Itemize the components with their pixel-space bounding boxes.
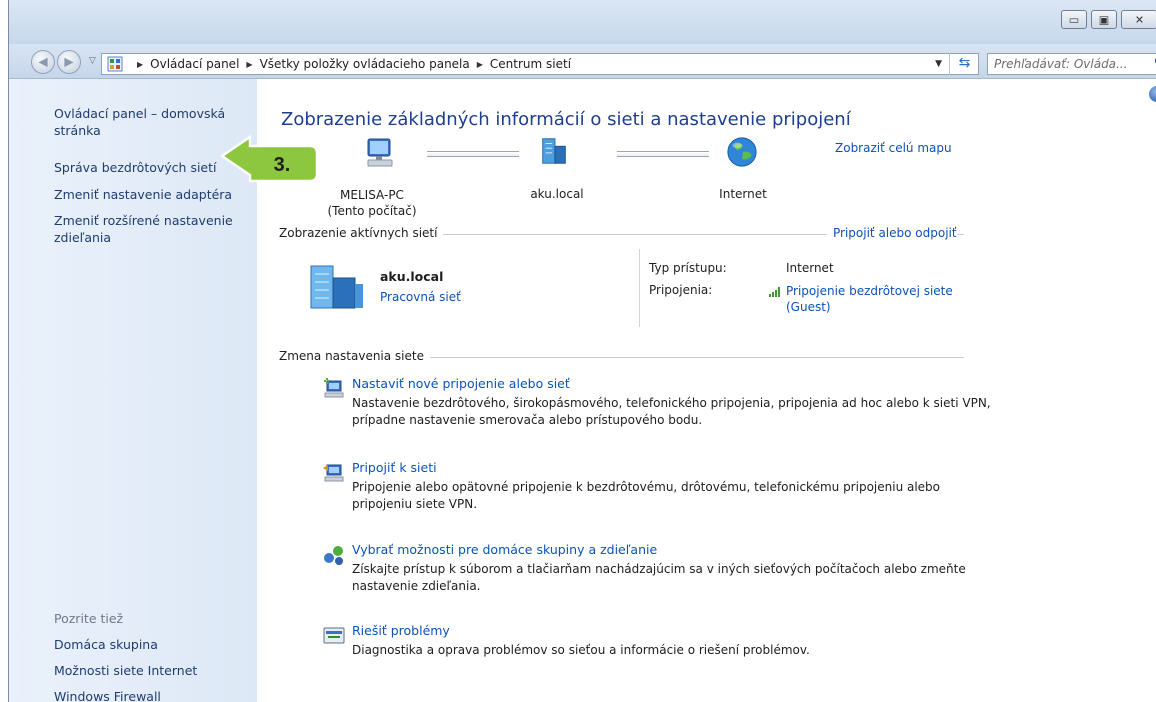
active-network-name: aku.local xyxy=(380,269,444,284)
see-also-heading: Pozrite tiež xyxy=(54,611,124,626)
connect-network-icon xyxy=(323,464,344,482)
task-title-link[interactable]: Riešiť problémy xyxy=(352,623,992,638)
callout-label: 3. xyxy=(274,154,291,176)
wireless-signal-icon xyxy=(769,287,780,297)
main-content: Zobrazenie základných informácií o sieti… xyxy=(257,79,1156,702)
connections-label: Pripojenia: xyxy=(649,283,713,297)
task-description: Diagnostika a oprava problémov so sieťou… xyxy=(352,643,810,657)
breadcrumb-item[interactable]: Všetky položky ovládacieho panela xyxy=(260,57,470,71)
task-troubleshoot: Riešiť problémy Diagnostika a oprava pro… xyxy=(323,623,992,659)
sidebar-item-wireless-networks[interactable]: Správa bezdrôtových sietí xyxy=(54,159,244,176)
network-setup-icon xyxy=(324,378,344,398)
change-settings-heading: Zmena nastavenia siete xyxy=(279,349,430,363)
task-description: Pripojenie alebo opätovné pripojenie k b… xyxy=(352,480,941,511)
task-new-connection: Nastaviť nové pripojenie alebo sieť Nast… xyxy=(324,376,992,429)
recent-pages-dropdown-icon[interactable]: ▽ xyxy=(89,56,96,66)
control-panel-icon xyxy=(107,56,123,72)
title-bar: ▭ ▣ ✕ xyxy=(9,0,1156,44)
back-button[interactable]: ◀ xyxy=(31,50,55,74)
task-connect-network: Pripojiť k sieti Pripojenie alebo opätov… xyxy=(323,460,992,513)
minimize-button[interactable]: ▭ xyxy=(1061,10,1087,29)
connection-line xyxy=(617,151,709,157)
close-button[interactable]: ✕ xyxy=(1121,10,1156,29)
globe-icon xyxy=(727,137,757,167)
back-arrow-icon: ◀ xyxy=(38,54,48,69)
refresh-icon[interactable]: ⇆ xyxy=(949,53,979,75)
task-description: Nastavenie bezdrôtového, širokopásmového… xyxy=(352,396,991,427)
breadcrumb-item[interactable]: Ovládací panel xyxy=(150,57,239,71)
task-title-link[interactable]: Nastaviť nové pripojenie alebo sieť xyxy=(352,376,992,391)
sidebar-home-link[interactable]: Ovládací panel – domovská stránka xyxy=(54,105,244,139)
access-type-label: Typ prístupu: xyxy=(649,261,727,275)
view-full-map-link[interactable]: Zobraziť celú mapu xyxy=(835,141,952,155)
wireless-connection-link[interactable]: Pripojenie bezdrôtovej siete (Guest) xyxy=(786,283,953,315)
map-node-network[interactable]: aku.local xyxy=(507,187,607,201)
map-node-computer[interactable]: MELISA-PC (Tento počítač) xyxy=(297,187,447,219)
see-also-internet-options[interactable]: Možnosti siete Internet xyxy=(54,662,244,679)
window: ▭ ▣ ✕ ◀ ▶ ▽ ▶ Ovládací panel ▶ Všetky polož… xyxy=(8,0,1156,702)
breadcrumb-separator-icon: ▶ xyxy=(137,60,144,69)
computer-icon xyxy=(367,138,393,167)
breadcrumb: ▶ Ovládací panel ▶ Všetky položky ovládacie… xyxy=(130,57,571,71)
access-type-value: Internet xyxy=(786,261,834,275)
task-title-link[interactable]: Vybrať možnosti pre domáce skupiny a zdi… xyxy=(352,542,992,557)
breadcrumb-item[interactable]: Centrum sietí xyxy=(490,57,571,71)
divider xyxy=(639,249,640,327)
maximize-button[interactable]: ▣ xyxy=(1091,10,1117,29)
task-homegroup-sharing: Vybrať možnosti pre domáce skupiny a zdi… xyxy=(324,542,992,595)
breadcrumb-separator-icon: ▶ xyxy=(476,60,483,69)
troubleshoot-icon xyxy=(323,627,345,644)
task-description: Získajte prístup k súborom a tlačiarňam … xyxy=(352,562,966,593)
network-type-link[interactable]: Pracovná sieť xyxy=(380,290,461,304)
address-bar[interactable]: ▶ Ovládací panel ▶ Všetky položky ovládacie… xyxy=(101,53,979,75)
forward-arrow-icon: ▶ xyxy=(64,54,74,69)
active-networks-heading: Zobrazenie aktívnych sietí xyxy=(279,226,444,240)
homegroup-icon xyxy=(324,546,343,565)
network-building-icon xyxy=(310,265,363,309)
network-building-icon xyxy=(542,138,566,164)
search-input[interactable]: Prehľadávať: Ovláda... ⚲ xyxy=(987,53,1156,75)
step-callout-arrow: 3. xyxy=(220,134,319,183)
connection-line xyxy=(427,151,519,157)
breadcrumb-separator-icon: ▶ xyxy=(246,60,253,69)
navigation-bar: ◀ ▶ ▽ ▶ Ovládací panel ▶ Všetky položky ovl… xyxy=(9,44,1156,79)
address-dropdown-icon[interactable]: ▼ xyxy=(935,59,942,69)
see-also-windows-firewall[interactable]: Windows Firewall xyxy=(54,688,244,702)
sidebar-item-sharing-settings[interactable]: Zmeniť rozšírené nastavenie zdieľania xyxy=(54,212,239,246)
task-title-link[interactable]: Pripojiť k sieti xyxy=(352,460,992,475)
map-node-internet[interactable]: Internet xyxy=(693,187,793,201)
see-also-homegroup[interactable]: Domáca skupina xyxy=(54,636,244,653)
sidebar-item-adapter-settings[interactable]: Zmeniť nastavenie adaptéra xyxy=(54,186,244,203)
connect-disconnect-link[interactable]: Pripojiť alebo odpojiť xyxy=(827,226,957,240)
page-title: Zobrazenie základných informácií o sieti… xyxy=(281,109,851,130)
forward-button[interactable]: ▶ xyxy=(57,50,81,74)
